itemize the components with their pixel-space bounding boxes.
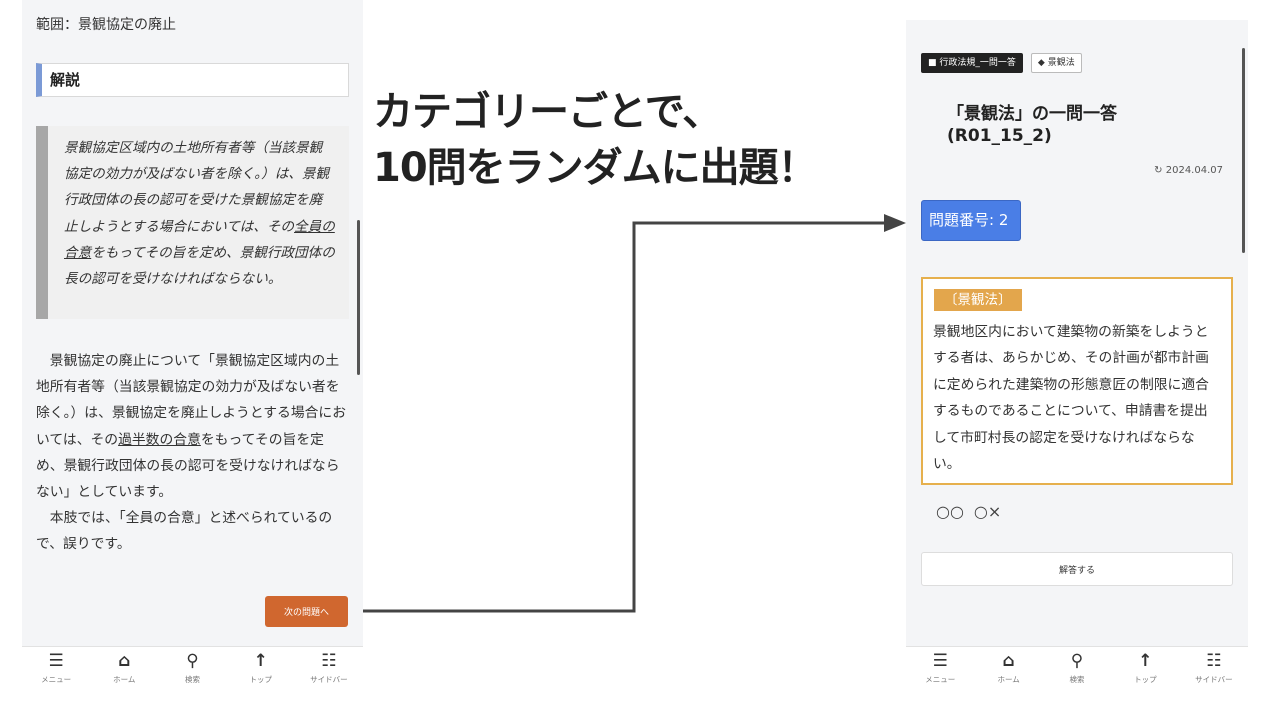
post-date: ↻ 2024.04.07 xyxy=(1154,165,1223,176)
nav-item-home[interactable]: ⌂ ホーム xyxy=(974,647,1042,688)
nav-label-sidebar: サイドバー xyxy=(1195,675,1233,684)
update-icon: ↻ xyxy=(1154,165,1166,176)
tag-icon: ◆ xyxy=(1037,58,1048,68)
nav-label-top: トップ xyxy=(1134,675,1157,684)
question-category-badge: 〔景観法〕 xyxy=(934,289,1022,311)
arrow-head-icon xyxy=(884,214,906,232)
option-maru[interactable]: ○○ xyxy=(936,502,964,521)
nav-item-menu[interactable]: ☰ メニュー xyxy=(906,647,974,688)
connector-line xyxy=(363,221,888,613)
option-maru-label: ○○ xyxy=(936,502,964,521)
question-box: 〔景観法〕 景観地区内において建築物の新築をしようとする者は、あらかじめ、その計… xyxy=(921,277,1233,485)
phone-screen-right: ■ 行政法規_一問一答 ◆ 景観法 「景観法」の一問一答(R01_15_2) ↻… xyxy=(906,20,1248,688)
home-icon: ⌂ xyxy=(1002,651,1015,671)
search-icon: ⚲ xyxy=(1070,651,1084,671)
arrow-up-icon: ↑ xyxy=(1138,651,1153,671)
nav-label-search: 検索 xyxy=(1069,675,1085,684)
sidebar-icon: ☷ xyxy=(1206,651,1222,671)
question-text: 景観地区内において建築物の新築をしようとする者は、あらかじめ、その計画が都市計画… xyxy=(933,324,1209,473)
nav-item-sidebar[interactable]: ☷ サイドバー xyxy=(1180,647,1248,688)
tag-category-label: 行政法規_一問一答 xyxy=(939,58,1016,68)
menu-icon: ☰ xyxy=(932,651,948,671)
option-batsu[interactable]: ○× xyxy=(974,502,1001,521)
submit-answer-button[interactable]: 解答する xyxy=(921,552,1233,586)
tag-keyword[interactable]: ◆ 景観法 xyxy=(1030,53,1082,73)
nav-item-search[interactable]: ⚲ 検索 xyxy=(1043,647,1111,688)
bottom-nav: ☰ メニュー ⌂ ホーム ⚲ 検索 ↑ トップ ☷ サイドバー xyxy=(906,646,1248,688)
nav-label-home: ホーム xyxy=(997,675,1020,684)
tag-keyword-label: 景観法 xyxy=(1047,58,1075,68)
option-batsu-label: ○× xyxy=(973,502,1002,521)
post-date-text: 2024.04.07 xyxy=(1165,165,1223,176)
tag-category[interactable]: ■ 行政法規_一問一答 xyxy=(921,53,1023,73)
scrollbar[interactable] xyxy=(1242,48,1245,253)
tag-list: ■ 行政法規_一問一答 ◆ 景観法 xyxy=(921,53,1082,73)
question-number-badge: 問題番号: 2 xyxy=(921,200,1021,241)
nav-item-top[interactable]: ↑ トップ xyxy=(1111,647,1179,688)
folder-icon: ■ xyxy=(928,58,940,68)
answer-options: ○○ ○× xyxy=(936,502,1001,521)
nav-label-menu: メニュー xyxy=(925,675,956,684)
post-title: 「景観法」の一問一答(R01_15_2) xyxy=(947,104,1117,146)
